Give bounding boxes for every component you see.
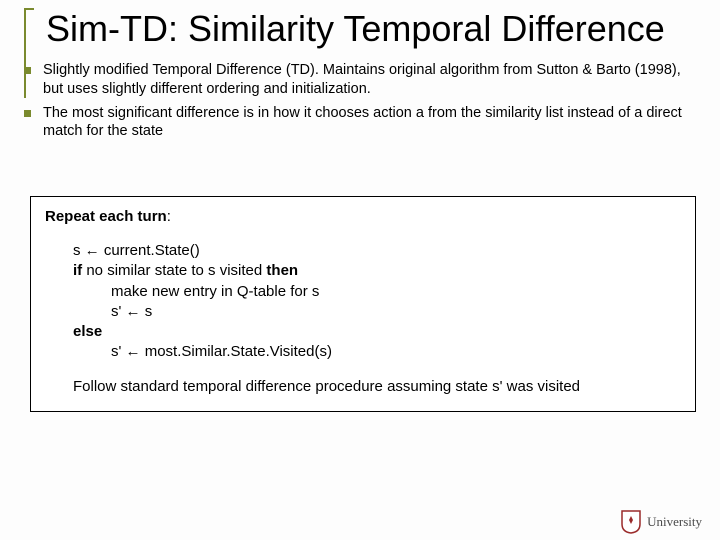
algo-line: if no similar state to s visited then [73, 261, 681, 281]
title-area: Sim-TD: Similarity Temporal Difference [0, 0, 720, 49]
slide-title: Sim-TD: Similarity Temporal Difference [40, 8, 720, 49]
bullet-text: Slightly modified Temporal Difference (T… [43, 61, 700, 97]
algo-text: s' [111, 303, 126, 320]
university-logo: University [621, 510, 702, 534]
algo-keyword: if [73, 262, 82, 279]
left-arrow-icon: ← [85, 242, 100, 259]
algo-keyword: then [266, 262, 298, 279]
list-item: Slightly modified Temporal Difference (T… [24, 61, 700, 97]
left-arrow-icon: ← [126, 303, 141, 320]
algo-line: s' ← most.Similar.State.Visited(s) [73, 342, 681, 362]
algo-text: most.Similar.State.Visited(s) [141, 343, 332, 360]
algo-line: make new entry in Q-table for s [73, 282, 681, 302]
algo-text: current.State() [100, 242, 200, 259]
algo-text: s [73, 242, 85, 259]
bullet-text: The most significant difference is in ho… [43, 104, 700, 140]
algo-heading: Repeat each turn: [45, 207, 681, 227]
list-item: The most significant difference is in ho… [24, 104, 700, 140]
algo-keyword: else [73, 323, 102, 340]
algo-text: s [141, 303, 153, 320]
bullet-list: Slightly modified Temporal Difference (T… [0, 61, 720, 140]
shield-icon [621, 510, 641, 534]
algo-text: no similar state to s visited [82, 262, 266, 279]
left-arrow-icon: ← [126, 343, 141, 360]
algo-body: s ← current.State() if no similar state … [45, 241, 681, 363]
algo-line: s' ← s [73, 302, 681, 322]
logo-text: University [647, 514, 702, 530]
algo-text: s' [111, 343, 126, 360]
algo-heading-colon: : [167, 208, 171, 225]
algo-follow-line: Follow standard temporal difference proc… [45, 377, 681, 397]
algo-line: s ← current.State() [73, 241, 681, 261]
algorithm-box: Repeat each turn: s ← current.State() if… [30, 196, 696, 412]
title-accent-rule [24, 8, 34, 98]
square-bullet-icon [24, 110, 31, 117]
algo-heading-bold: Repeat each turn [45, 208, 167, 225]
algo-line: else [73, 322, 681, 342]
